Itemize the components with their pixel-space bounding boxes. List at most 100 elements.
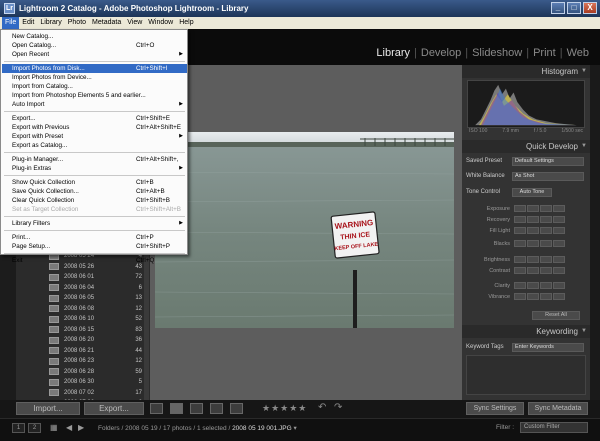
sync-metadata-button[interactable]: Sync Metadata bbox=[528, 402, 588, 415]
menu-file[interactable]: File bbox=[2, 17, 20, 29]
adjust-step-button[interactable] bbox=[527, 267, 539, 274]
file-menu-item[interactable]: Import from Catalog... bbox=[2, 82, 187, 91]
keywording-header[interactable]: Keywording ▼ bbox=[462, 325, 590, 338]
adjust-step-button[interactable] bbox=[514, 293, 526, 300]
module-slideshow[interactable]: Slideshow bbox=[469, 47, 525, 59]
adjust-step-button[interactable] bbox=[553, 205, 565, 212]
adjust-step-button[interactable] bbox=[540, 267, 552, 274]
reset-all-button[interactable]: Reset All bbox=[532, 311, 580, 320]
menu-edit[interactable]: Edit bbox=[19, 17, 37, 29]
folder-row[interactable]: 2008 06 28 59 bbox=[16, 367, 144, 377]
auto-tone-button[interactable]: Auto Tone bbox=[512, 187, 552, 197]
module-library[interactable]: Library bbox=[373, 47, 413, 59]
folder-row[interactable]: 2008 06 01 72 bbox=[16, 272, 144, 282]
keyword-tags-select[interactable]: Enter Keywords bbox=[512, 342, 584, 352]
folder-row[interactable]: 2008 06 20 36 bbox=[16, 335, 144, 345]
adjust-step-button[interactable] bbox=[553, 256, 565, 263]
file-menu-item[interactable]: Print... Ctrl+P bbox=[2, 233, 187, 242]
adjust-step-button[interactable] bbox=[540, 227, 552, 234]
file-menu-item[interactable]: Export... Ctrl+Shift+E bbox=[2, 114, 187, 123]
adjust-step-button[interactable] bbox=[553, 293, 565, 300]
file-menu-item[interactable]: Save Quick Collection... Ctrl+Alt+B bbox=[2, 187, 187, 196]
folder-row[interactable]: 2008 07 02 17 bbox=[16, 388, 144, 398]
people-view-icon[interactable] bbox=[230, 403, 243, 414]
adjust-step-button[interactable] bbox=[527, 240, 539, 247]
import-button[interactable]: Import... bbox=[16, 402, 80, 415]
file-menu-item[interactable]: Auto Import ▶ bbox=[2, 100, 187, 109]
file-menu-item[interactable]: Import from Photoshop Elements 5 and ear… bbox=[2, 91, 187, 100]
file-menu-item[interactable]: Plug-in Manager... Ctrl+Alt+Shift+, bbox=[2, 155, 187, 164]
adjust-step-button[interactable] bbox=[553, 240, 565, 247]
page-1-button[interactable]: 1 bbox=[12, 423, 25, 433]
file-menu-item[interactable]: Exit Ctrl+Q bbox=[2, 256, 187, 265]
file-menu-item[interactable]: Library Filters ▶ bbox=[2, 219, 187, 228]
folder-row[interactable]: 2008 06 23 12 bbox=[16, 356, 144, 366]
file-menu-item[interactable]: Export with Previous Ctrl+Alt+Shift+E bbox=[2, 123, 187, 132]
close-button[interactable]: X bbox=[583, 2, 597, 14]
export-button[interactable]: Export... bbox=[84, 402, 144, 415]
left-scrollbar[interactable] bbox=[144, 250, 149, 400]
adjust-step-button[interactable] bbox=[527, 227, 539, 234]
adjust-step-button[interactable] bbox=[540, 293, 552, 300]
file-menu-item[interactable]: Import Photos from Disk... Ctrl+Shift+I bbox=[2, 64, 187, 73]
file-menu-item[interactable]: Show Quick Collection Ctrl+B bbox=[2, 178, 187, 187]
file-menu-item[interactable]: Import Photos from Device... bbox=[2, 73, 187, 82]
adjust-step-button[interactable] bbox=[553, 227, 565, 234]
menu-view[interactable]: View bbox=[124, 17, 145, 29]
module-develop[interactable]: Develop bbox=[418, 47, 464, 59]
histogram-header[interactable]: Histogram ▼ bbox=[462, 65, 590, 78]
menu-help[interactable]: Help bbox=[176, 17, 196, 29]
rating-stars[interactable]: ★★★★★ bbox=[262, 403, 307, 414]
menu-metadata[interactable]: Metadata bbox=[89, 17, 124, 29]
rotate-left-icon[interactable]: ↶ bbox=[318, 402, 326, 413]
maximize-button[interactable]: □ bbox=[567, 2, 581, 14]
adjust-step-button[interactable] bbox=[514, 256, 526, 263]
saved-preset-select[interactable]: Default Settings bbox=[512, 156, 584, 166]
photo-preview[interactable]: WARNING THIN ICE KEEP OFF LAKE bbox=[155, 132, 454, 328]
grid-view-icon[interactable] bbox=[150, 403, 163, 414]
adjust-step-button[interactable] bbox=[527, 293, 539, 300]
adjust-step-button[interactable] bbox=[553, 267, 565, 274]
adjust-step-button[interactable] bbox=[514, 267, 526, 274]
folder-row[interactable]: 2008 06 30 5 bbox=[16, 377, 144, 387]
rotate-right-icon[interactable]: ↷ bbox=[334, 402, 342, 413]
minimize-button[interactable]: _ bbox=[551, 2, 565, 14]
folder-row[interactable]: 2008 06 21 44 bbox=[16, 346, 144, 356]
file-menu-item[interactable]: Export with Preset ▶ bbox=[2, 132, 187, 141]
menu-library[interactable]: Library bbox=[37, 17, 64, 29]
menu-photo[interactable]: Photo bbox=[65, 17, 89, 29]
adjust-step-button[interactable] bbox=[540, 240, 552, 247]
adjust-step-button[interactable] bbox=[527, 216, 539, 223]
menu-window[interactable]: Window bbox=[145, 17, 176, 29]
keyword-text-area[interactable] bbox=[466, 355, 586, 395]
back-arrow-icon[interactable]: ◀ bbox=[66, 423, 72, 432]
adjust-step-button[interactable] bbox=[514, 205, 526, 212]
file-menu-item[interactable]: Plug-in Extras ▶ bbox=[2, 164, 187, 173]
page-2-button[interactable]: 2 bbox=[28, 423, 41, 433]
adjust-step-button[interactable] bbox=[540, 256, 552, 263]
adjust-step-button[interactable] bbox=[527, 205, 539, 212]
adjust-step-button[interactable] bbox=[553, 216, 565, 223]
right-scrollbar[interactable] bbox=[590, 65, 600, 400]
module-print[interactable]: Print bbox=[530, 47, 559, 59]
file-menu-item[interactable]: Export as Catalog... bbox=[2, 141, 187, 150]
file-menu-item[interactable]: Page Setup... Ctrl+Shift+P bbox=[2, 242, 187, 251]
forward-arrow-icon[interactable]: ▶ bbox=[78, 423, 84, 432]
file-menu-item[interactable]: Open Recent ▶ bbox=[2, 50, 187, 59]
module-web[interactable]: Web bbox=[564, 47, 592, 59]
folder-row[interactable]: 2008 06 08 12 bbox=[16, 304, 144, 314]
adjust-step-button[interactable] bbox=[540, 216, 552, 223]
file-menu-item[interactable]: Clear Quick Collection Ctrl+Shift+B bbox=[2, 196, 187, 205]
folder-row[interactable]: 2008 06 10 52 bbox=[16, 314, 144, 324]
folder-row[interactable]: 2008 06 04 6 bbox=[16, 283, 144, 293]
quick-develop-header[interactable]: Quick Develop ▼ bbox=[462, 140, 590, 153]
file-menu-item[interactable]: New Catalog... bbox=[2, 32, 187, 41]
folder-row[interactable]: 2008 06 05 13 bbox=[16, 293, 144, 303]
adjust-step-button[interactable] bbox=[514, 216, 526, 223]
adjust-step-button[interactable] bbox=[527, 282, 539, 289]
survey-view-icon[interactable] bbox=[210, 403, 223, 414]
sync-settings-button[interactable]: Sync Settings bbox=[466, 402, 524, 415]
adjust-step-button[interactable] bbox=[514, 240, 526, 247]
adjust-step-button[interactable] bbox=[540, 205, 552, 212]
adjust-step-button[interactable] bbox=[514, 227, 526, 234]
